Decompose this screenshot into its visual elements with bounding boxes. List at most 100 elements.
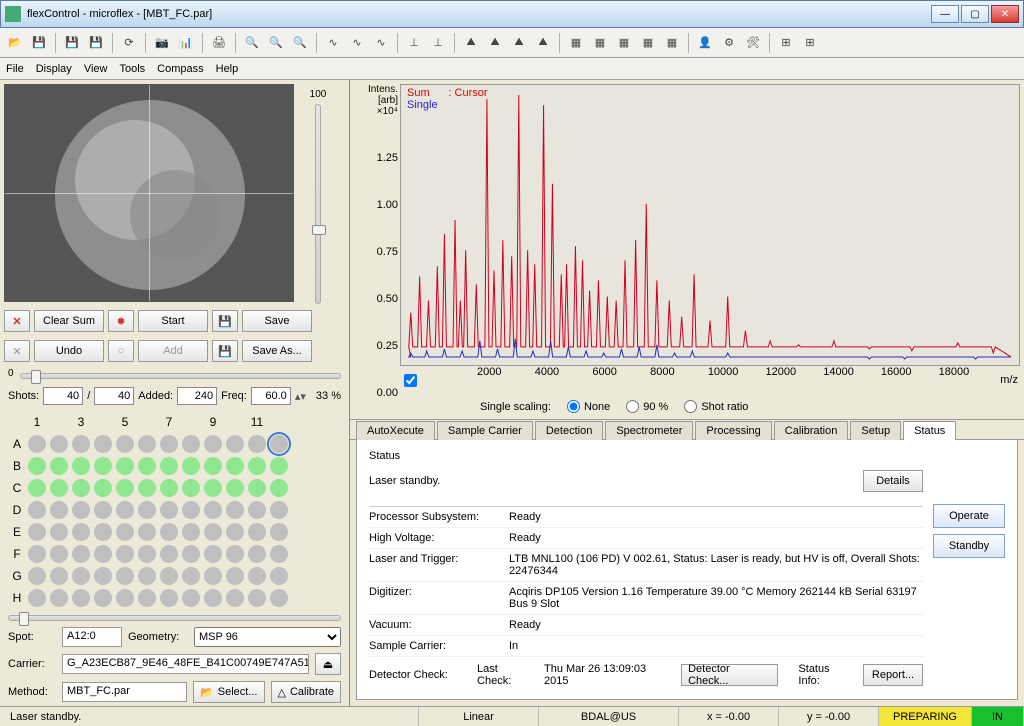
well[interactable] — [248, 589, 266, 607]
freq-input[interactable] — [251, 387, 291, 405]
scaling-none[interactable]: None — [567, 400, 610, 413]
well[interactable] — [28, 589, 46, 607]
intensity-slider-thumb[interactable] — [312, 225, 326, 235]
well[interactable] — [182, 567, 200, 585]
well[interactable] — [138, 457, 156, 475]
well[interactable] — [28, 545, 46, 563]
scaling-shot[interactable]: Shot ratio — [684, 400, 748, 413]
toolbar-tool-icon[interactable]: 🛠 — [742, 32, 764, 54]
clear-x-button[interactable]: ✕ — [4, 310, 30, 332]
well[interactable] — [204, 479, 222, 497]
well[interactable] — [204, 457, 222, 475]
well[interactable] — [94, 589, 112, 607]
geometry-select[interactable]: MSP 96 — [194, 627, 341, 647]
well[interactable] — [72, 589, 90, 607]
well[interactable] — [204, 545, 222, 563]
tab-processing[interactable]: Processing — [695, 421, 771, 440]
well[interactable] — [270, 523, 288, 541]
menu-compass[interactable]: Compass — [157, 63, 203, 75]
well[interactable] — [160, 589, 178, 607]
save-as-button[interactable]: Save As... — [242, 340, 312, 362]
well[interactable] — [50, 501, 68, 519]
well[interactable] — [204, 567, 222, 585]
toolbar-zoom1-icon[interactable]: 🔍 — [241, 32, 263, 54]
well[interactable] — [248, 567, 266, 585]
save-button[interactable]: Save — [242, 310, 312, 332]
well[interactable] — [226, 589, 244, 607]
well[interactable] — [182, 435, 200, 453]
toolbar-peak1-icon[interactable]: ⊥ — [403, 32, 425, 54]
close-button[interactable]: ✕ — [991, 5, 1019, 23]
select-button[interactable]: 📂 Select... — [193, 681, 264, 703]
well[interactable] — [160, 479, 178, 497]
toolbar-proc3-icon[interactable]: ⛰ — [508, 32, 530, 54]
shots-current-input[interactable] — [43, 387, 83, 405]
added-input[interactable] — [177, 387, 217, 405]
well[interactable] — [28, 435, 46, 453]
well[interactable] — [248, 523, 266, 541]
toolbar-win2-icon[interactable]: ▦ — [589, 32, 611, 54]
toolbar-layout2-icon[interactable]: ⊞ — [799, 32, 821, 54]
well[interactable] — [204, 501, 222, 519]
minimize-button[interactable]: — — [931, 5, 959, 23]
toolbar-spec3-icon[interactable]: ∿ — [370, 32, 392, 54]
details-button[interactable]: Details — [863, 470, 923, 492]
well[interactable] — [160, 545, 178, 563]
well[interactable] — [138, 545, 156, 563]
toolbar-spec2-icon[interactable]: ∿ — [346, 32, 368, 54]
well[interactable] — [94, 567, 112, 585]
toolbar-proc4-icon[interactable]: ⛰ — [532, 32, 554, 54]
start-star-button[interactable]: ✹ — [108, 310, 134, 332]
well[interactable] — [182, 501, 200, 519]
well[interactable] — [116, 545, 134, 563]
well[interactable] — [182, 479, 200, 497]
menu-tools[interactable]: Tools — [119, 63, 145, 75]
toolbar-print-icon[interactable]: 🖨 — [208, 32, 230, 54]
well[interactable] — [204, 435, 222, 453]
well[interactable] — [270, 479, 288, 497]
well[interactable] — [116, 435, 134, 453]
well[interactable] — [248, 435, 266, 453]
toolbar-refresh-icon[interactable]: ⟳ — [118, 32, 140, 54]
well[interactable] — [50, 479, 68, 497]
plate-slider-thumb[interactable] — [19, 612, 29, 626]
spectrum-plot[interactable]: Sum : Cursor Single — [400, 84, 1020, 366]
scaling-ninety[interactable]: 90 % — [626, 400, 668, 413]
start-button[interactable]: Start — [138, 310, 208, 332]
well[interactable] — [72, 435, 90, 453]
menu-help[interactable]: Help — [216, 63, 239, 75]
well[interactable] — [138, 589, 156, 607]
well[interactable] — [94, 457, 112, 475]
well[interactable] — [138, 479, 156, 497]
tab-spectrometer[interactable]: Spectrometer — [605, 421, 693, 440]
toolbar-disk2-icon[interactable]: 💾 — [85, 32, 107, 54]
toolbar-zoom2-icon[interactable]: 🔍 — [265, 32, 287, 54]
save-disk-button[interactable]: 💾 — [212, 310, 238, 332]
toolbar-layout1-icon[interactable]: ⊞ — [775, 32, 797, 54]
well[interactable] — [138, 567, 156, 585]
well[interactable] — [248, 479, 266, 497]
well[interactable] — [28, 567, 46, 585]
well[interactable] — [248, 501, 266, 519]
well[interactable] — [28, 457, 46, 475]
well[interactable] — [28, 523, 46, 541]
well[interactable] — [94, 479, 112, 497]
well[interactable] — [138, 501, 156, 519]
toolbar-disk1-icon[interactable]: 💾 — [61, 32, 83, 54]
well[interactable] — [116, 523, 134, 541]
well[interactable] — [270, 589, 288, 607]
toolbar-user-icon[interactable]: 👤 — [694, 32, 716, 54]
well[interactable] — [116, 589, 134, 607]
well[interactable] — [116, 479, 134, 497]
shots-total-input[interactable] — [94, 387, 134, 405]
well[interactable] — [50, 567, 68, 585]
plate-slider[interactable] — [8, 615, 341, 621]
tab-detection[interactable]: Detection — [535, 421, 603, 440]
intensity-slider[interactable] — [315, 104, 321, 304]
standby-button[interactable]: Standby — [933, 534, 1005, 558]
well[interactable] — [28, 479, 46, 497]
well[interactable] — [72, 479, 90, 497]
well[interactable] — [182, 545, 200, 563]
well[interactable] — [160, 501, 178, 519]
calibrate-button[interactable]: △ Calibrate — [271, 681, 342, 703]
